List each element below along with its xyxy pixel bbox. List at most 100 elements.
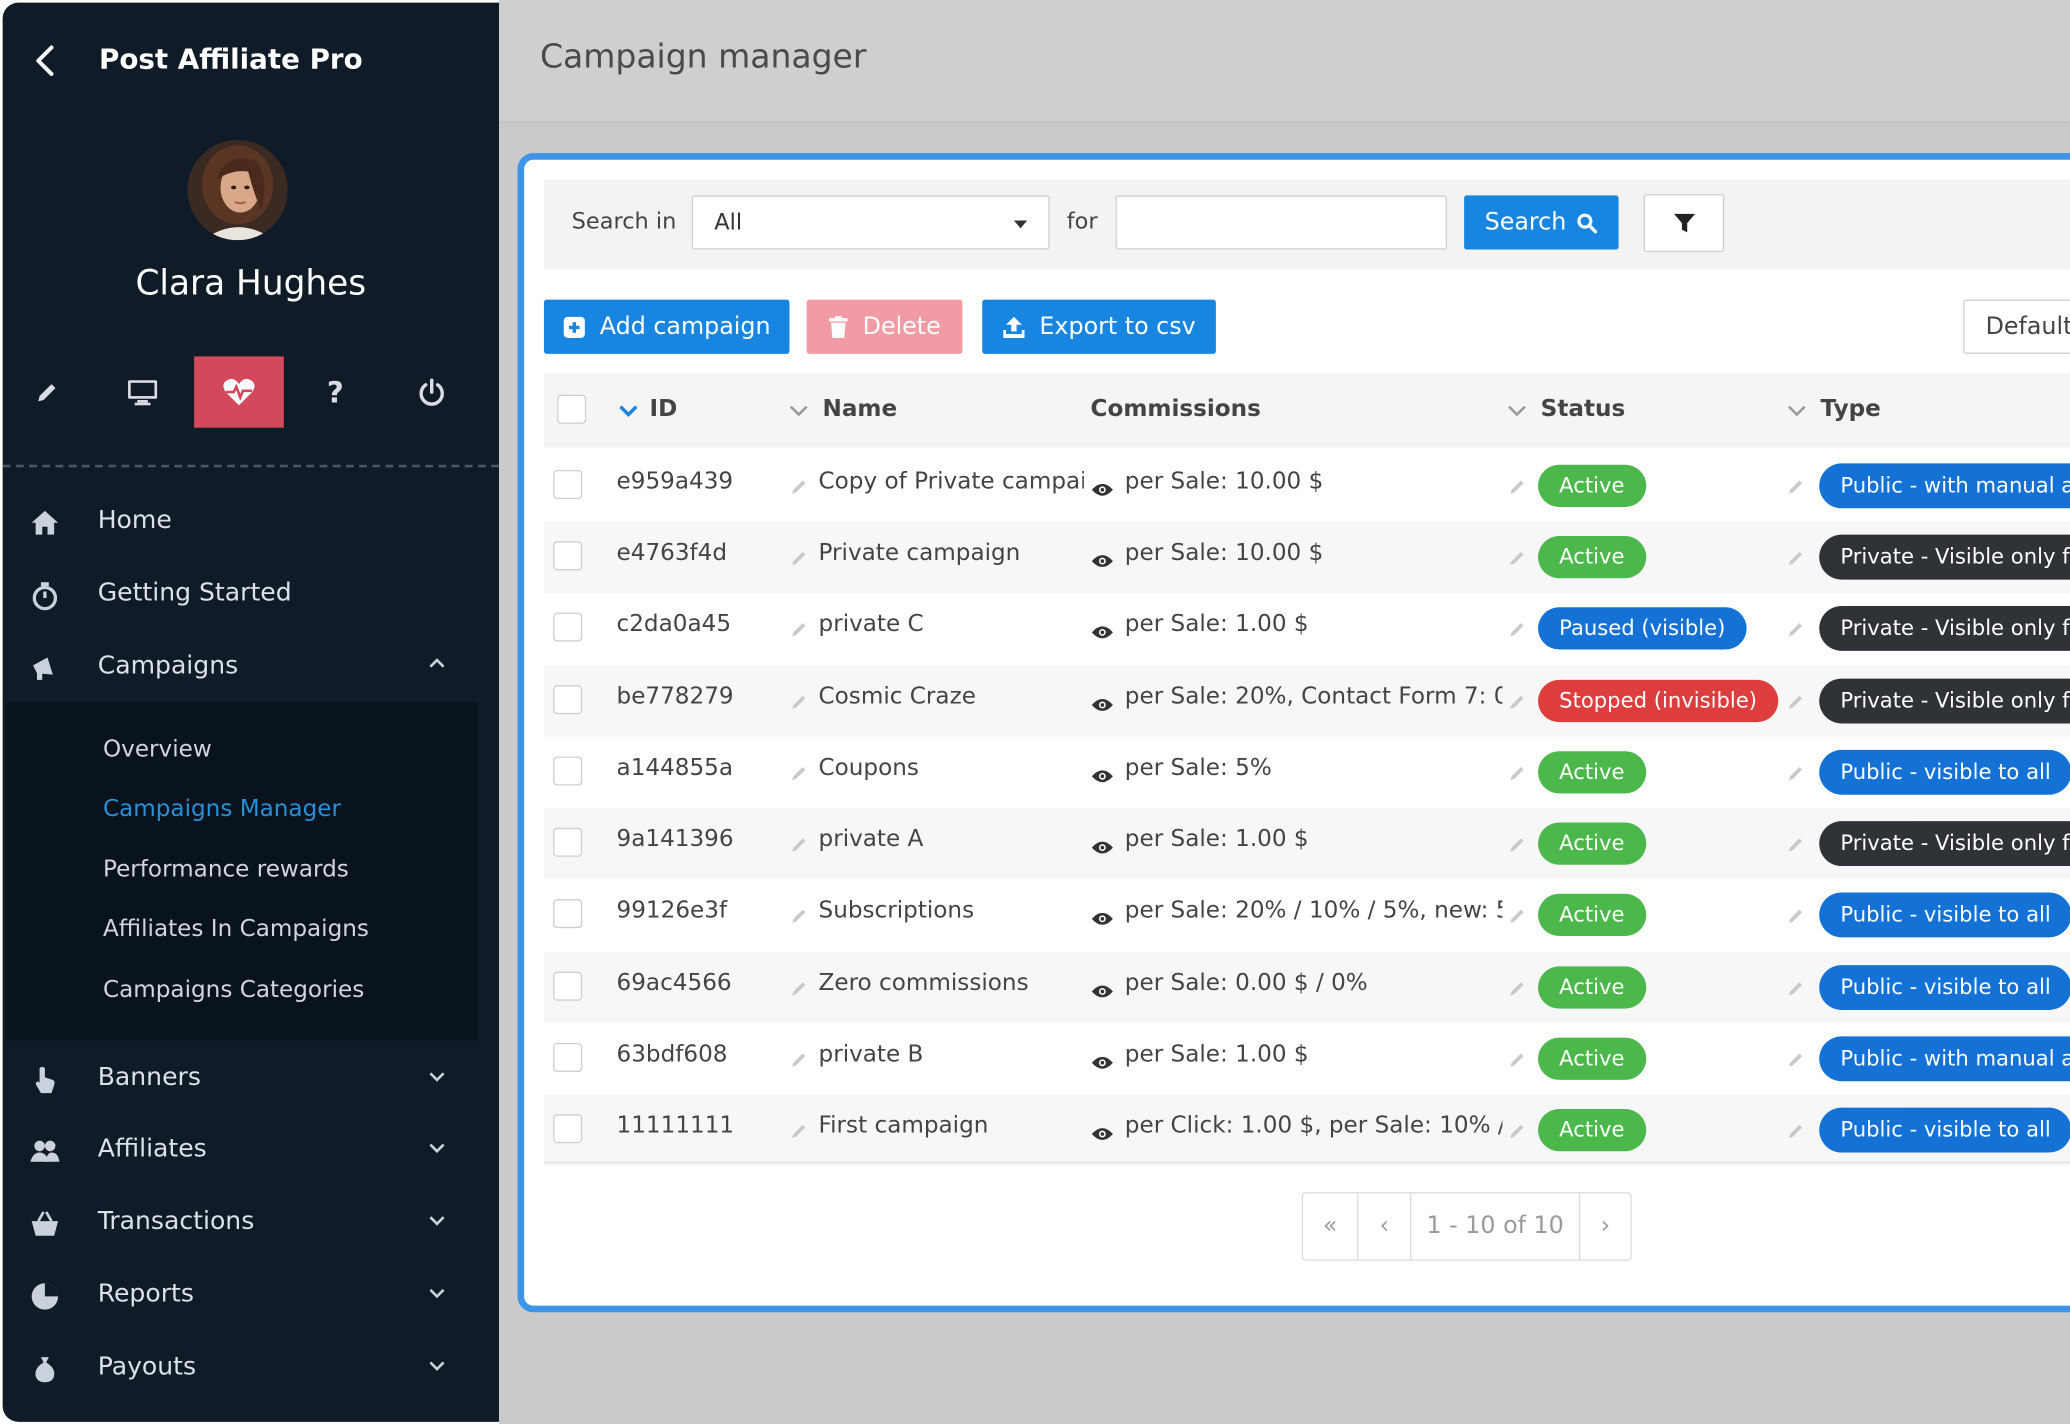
search-in-select[interactable]: All [691,195,1050,250]
edit-name-icon[interactable] [789,692,807,710]
table-row[interactable]: e4763f4d Private campaign per Sale: 10.00 … [543,521,2070,593]
row-checkbox[interactable] [553,541,583,571]
eye-icon[interactable] [1090,764,1114,783]
table-row[interactable]: c2da0a45 private C per Sale: 1.00 $ Paused … [544,593,2070,664]
row-checkbox[interactable] [553,612,583,642]
status-badge[interactable]: Active [1538,966,1646,1009]
campaign-name[interactable]: private C [819,611,1084,637]
table-row[interactable]: e959a439 Copy of Private campaign per Sale… [544,450,2070,521]
edit-status-icon[interactable] [1508,477,1526,495]
row-checkbox[interactable] [553,971,583,1001]
column-commissions[interactable]: Commissions [1090,396,1260,422]
campaign-name[interactable]: Subscriptions [819,898,1084,924]
submenu-campaigns-categories[interactable]: Campaigns Categories [103,977,364,1003]
table-row[interactable]: 69ac4566 Zero commissions per Sale: 0.00 $… [543,951,2070,1024]
edit-type-icon[interactable] [1786,548,1804,566]
edit-tool[interactable] [3,356,93,427]
logout-tool[interactable] [387,356,477,427]
next-page-button[interactable]: › [1580,1193,1630,1259]
campaign-name[interactable]: Cosmic Craze [819,684,1084,710]
type-badge[interactable]: Public - visible to all [1819,1107,2070,1153]
sidebar-item-banners[interactable]: Banners [3,1046,499,1115]
sidebar-item-campaigns[interactable]: Campaigns [3,634,499,703]
edit-type-icon[interactable] [1786,834,1804,852]
campaign-name[interactable]: private A [819,826,1084,852]
row-checkbox[interactable] [553,756,583,786]
row-checkbox[interactable] [553,685,583,715]
edit-status-icon[interactable] [1508,834,1526,852]
back-chevron-icon[interactable] [29,42,63,79]
edit-status-icon[interactable] [1508,1050,1526,1068]
sort-chevron-icon[interactable] [1786,403,1807,419]
edit-type-icon[interactable] [1786,763,1804,781]
status-badge[interactable]: Active [1538,751,1646,794]
edit-type-icon[interactable] [1786,1121,1804,1139]
edit-name-icon[interactable] [789,834,807,852]
campaign-name[interactable]: private B [819,1042,1084,1068]
column-type[interactable]: Type [1821,396,1881,422]
type-badge[interactable]: Public - with manual approval [1819,463,2070,509]
edit-name-icon[interactable] [789,978,807,996]
health-tool[interactable] [194,356,284,428]
row-checkbox[interactable] [553,1114,583,1144]
submenu-performance-rewards[interactable]: Performance rewards [103,857,349,883]
edit-status-icon[interactable] [1508,1121,1526,1139]
eye-icon[interactable] [1090,1122,1114,1140]
sidebar-item-payouts[interactable]: Payouts [3,1335,499,1404]
sidebar-item-transactions[interactable]: Transactions [3,1190,499,1259]
edit-name-icon[interactable] [789,1050,807,1068]
edit-type-icon[interactable] [1786,978,1804,996]
edit-type-icon[interactable] [1786,477,1804,495]
edit-status-icon[interactable] [1508,692,1526,710]
type-badge[interactable]: Public - with manual approval [1819,1036,2070,1082]
table-row[interactable]: be778279 Cosmic Craze per Sale: 20%, Conta… [543,665,2070,737]
type-badge[interactable]: Public - visible to all [1819,965,2070,1010]
edit-type-icon[interactable] [1786,619,1804,637]
delete-button[interactable]: Delete [806,299,963,354]
status-badge[interactable]: Paused (visible) [1538,607,1747,650]
search-input[interactable] [1115,195,1447,250]
add-campaign-button[interactable]: Add campaign [543,299,790,354]
view-select[interactable]: Default [1963,299,2070,354]
sidebar-item-home[interactable]: Home [3,488,499,557]
edit-type-icon[interactable] [1786,692,1804,710]
row-checkbox[interactable] [553,827,583,857]
edit-status-icon[interactable] [1508,978,1526,996]
column-id[interactable]: ID [650,396,678,422]
status-badge[interactable]: Active [1538,1108,1646,1152]
campaign-name[interactable]: Private campaign [819,540,1084,566]
edit-name-icon[interactable] [789,1121,807,1139]
sidebar-item-getting-started[interactable]: Getting Started [3,561,499,630]
filter-button[interactable] [1643,194,1725,253]
status-badge[interactable]: Active [1538,893,1646,937]
campaign-name[interactable]: Zero commissions [819,970,1084,996]
status-badge[interactable]: Active [1538,1037,1646,1080]
type-badge[interactable]: Private - Visible only for [1819,534,2070,580]
submenu-campaigns-manager[interactable]: Campaigns Manager [103,796,341,822]
table-row[interactable]: 9a141396 private A per Sale: 1.00 $ Active P… [543,807,2070,880]
eye-icon[interactable] [1090,549,1114,568]
edit-name-icon[interactable] [789,548,807,566]
help-tool[interactable]: ? [290,356,380,427]
status-badge[interactable]: Active [1538,822,1646,865]
campaign-name[interactable]: First campaign [819,1113,1084,1139]
campaign-name[interactable]: Copy of Private campaign [819,469,1084,495]
submenu-overview[interactable]: Overview [103,737,212,763]
eye-icon[interactable] [1090,620,1114,639]
edit-status-icon[interactable] [1508,548,1526,566]
row-checkbox[interactable] [553,469,583,500]
sidebar-item-reports[interactable]: Reports [3,1262,499,1331]
table-row[interactable]: a144855a Coupons per Sale: 5% Active Public … [544,737,2070,808]
eye-icon[interactable] [1090,1051,1114,1069]
eye-icon[interactable] [1090,836,1114,854]
edit-type-icon[interactable] [1786,1050,1804,1068]
row-checkbox[interactable] [553,1042,583,1073]
edit-status-icon[interactable] [1508,619,1526,637]
table-row[interactable]: 63bdf608 private B per Sale: 1.00 $ Active P… [544,1023,2070,1094]
sort-active-chevron-icon[interactable] [618,403,639,419]
eye-icon[interactable] [1090,980,1114,998]
select-all-checkbox[interactable] [557,394,587,424]
first-page-button[interactable]: « [1303,1193,1359,1260]
row-checkbox[interactable] [553,899,583,929]
display-tool[interactable] [98,356,188,427]
